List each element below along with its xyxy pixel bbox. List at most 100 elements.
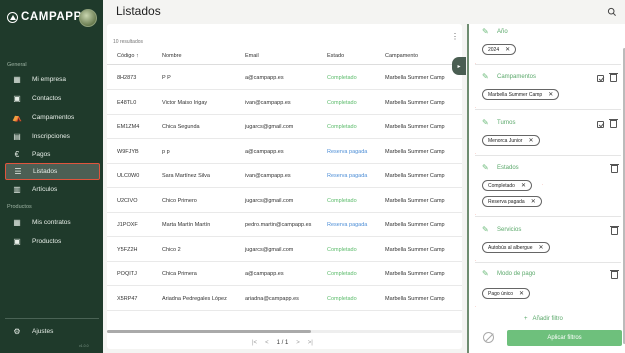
trash-icon[interactable] (609, 73, 618, 82)
cell-campamento: Marbella Summer Camp (385, 173, 445, 179)
avatar[interactable] (79, 9, 97, 27)
more-options-icon[interactable]: ⋮ (451, 33, 459, 41)
scrollbar-thumb[interactable] (107, 330, 311, 333)
filter-chip[interactable]: 2024 ✕ (482, 44, 517, 55)
sidebar-item-ajustes[interactable]: ⚙ Ajustes (5, 323, 100, 340)
filter-chip[interactable]: Autobús al albergue ✕ (482, 242, 550, 253)
close-icon[interactable]: ✕ (548, 91, 553, 98)
cell-nombre: P P (162, 75, 171, 81)
sidebar-item-label: Mis contratos (32, 219, 71, 226)
column-header-nombre[interactable]: Nombre (162, 53, 182, 59)
contacts-icon: ▣ (13, 93, 21, 103)
cell-estado: Completado (327, 75, 357, 81)
cell-email: jugarcs@gmail.com (245, 246, 294, 253)
sidebar-item-mis-contratos[interactable]: ▦ Mis contratos (5, 214, 100, 231)
nav-section-general: General (7, 62, 27, 68)
table-row[interactable]: W9FJYB p p a@campapp.es Reserva pagada Marbe… (107, 139, 462, 164)
sidebar-item-inscripciones[interactable]: ▤ Inscripciones (5, 128, 100, 145)
table-row[interactable]: U2CIVO Chico Primero jugarcs@gmail.com Comp… (107, 188, 462, 213)
cell-campamento: Marbella Summer Camp (385, 148, 445, 155)
sidebar-item-campamentos[interactable]: ⛺ Campamentos (5, 109, 100, 126)
column-header-campamento[interactable]: Campamento (385, 53, 418, 59)
collapse-filter-panel-button[interactable]: ▸ (452, 57, 466, 75)
filter-header-modo-de-pago[interactable]: ✎ Modo de pago (482, 270, 535, 278)
close-icon[interactable]: ✕ (531, 198, 536, 205)
sidebar-item-label: Pagos (32, 151, 51, 158)
table-row[interactable]: ULC0W0 Sara Martínez Silva ivan@campapp.es… (107, 163, 462, 188)
sidebar-item-pagos[interactable]: € Pagos (5, 146, 100, 163)
close-icon[interactable]: ✕ (528, 137, 533, 144)
cell-email: pedro.martin@campapp.es (245, 222, 312, 228)
filter-chip[interactable]: Reserva pagada ✕ (482, 196, 542, 207)
close-icon[interactable]: ✕ (521, 182, 526, 189)
cell-estado: Completado (327, 99, 357, 106)
cell-nombre: Chica Primera (162, 271, 197, 277)
filter-label: Año (497, 29, 508, 35)
page-indicator: 1 / 1 (276, 340, 289, 346)
close-icon[interactable]: ✕ (538, 244, 543, 251)
filter-chip[interactable]: Marbella Summer Camp ✕ (482, 89, 560, 100)
search-icon[interactable] (607, 7, 617, 17)
table-row[interactable]: POQITJ Chica Primera a@campapp.es Completad… (107, 261, 462, 286)
checkbox-icon[interactable] (597, 120, 604, 128)
cell-campamento: Marbella Summer Camp (385, 124, 445, 130)
filter-chip[interactable]: Completado ✕ (482, 180, 532, 191)
cell-email: jugarcs@gmail.com (245, 124, 294, 130)
pencil-icon: ✎ (482, 269, 489, 278)
sidebar-divider (5, 318, 99, 319)
cell-nombre: Chico Primero (162, 197, 197, 204)
table-row[interactable]: Y5FZ2H Chico 2 jugarcs@gmail.com Completado… (107, 237, 462, 262)
cell-campamento: Marbella Summer Camp (385, 222, 445, 228)
filter-chip[interactable]: Menorca Junior ✕ (482, 135, 540, 146)
horizontal-scrollbar[interactable] (107, 330, 462, 333)
cell-codigo: X5RP47 (117, 295, 138, 302)
column-header-codigo[interactable]: Código ↑ (117, 53, 139, 59)
table-row[interactable]: J1POXF Marta Martín Martín pedro.martin@ca… (107, 212, 462, 237)
articles-icon: ▥ (13, 184, 21, 194)
filter-header-turnos[interactable]: ✎ Turnos (482, 119, 515, 127)
trash-icon[interactable] (610, 270, 619, 279)
sidebar-item-contactos[interactable]: ▣ Contactos (5, 90, 100, 107)
filter-chip[interactable]: Pago único ✕ (482, 288, 531, 299)
trash-icon[interactable] (610, 226, 619, 235)
trash-icon[interactable] (610, 164, 619, 173)
logo-icon (7, 11, 18, 23)
filter-label: Campamentos (497, 74, 537, 80)
cell-codigo: 8H2873 (117, 75, 137, 81)
first-page-icon[interactable]: |< (252, 340, 257, 346)
sidebar-item-productos[interactable]: ▣ Productos (5, 233, 100, 250)
last-page-icon[interactable]: >| (308, 340, 313, 346)
filter-label: Servicios (497, 227, 522, 233)
app-logo[interactable]: CAMPAPP (7, 11, 82, 23)
sidebar-item-mi-empresa[interactable]: ▦ Mi empresa (5, 71, 100, 88)
filter-header-estados[interactable]: ✎ Estados (482, 164, 519, 172)
cell-campamento: Marbella Summer Camp (385, 75, 445, 81)
product-icon: ▣ (13, 236, 21, 246)
table-row[interactable]: 8H2873 P P a@campapp.es Completado Marbella … (107, 65, 462, 90)
sidebar-item-listados[interactable]: ☰ Listados (5, 163, 100, 180)
column-header-estado[interactable]: Estado (327, 53, 344, 59)
clear-filters-icon[interactable] (483, 332, 494, 343)
table-row[interactable]: E48TL0 Victor Maiso Irigay ivan@campapp.es… (107, 90, 462, 115)
prev-page-icon[interactable]: < (265, 340, 269, 346)
close-icon[interactable]: ✕ (505, 46, 510, 53)
trash-icon[interactable] (609, 119, 618, 128)
add-filter-button[interactable]: + Añadir filtro (524, 316, 563, 322)
cell-estado: Reserva pagada (327, 222, 368, 228)
filter-header-campamentos[interactable]: ✎ Campamentos (482, 73, 536, 81)
app-version: v1.0.0 (79, 344, 89, 348)
cell-codigo: E48TL0 (117, 99, 137, 106)
filter-header-servicios[interactable]: ✎ Servicios (482, 226, 521, 234)
table-row[interactable]: X5RP47 Ariadna Pedregales López ariadna@ca… (107, 286, 462, 311)
apply-filters-button[interactable]: Aplicar filtros (507, 330, 622, 346)
sidebar-item-label: Listados (33, 168, 58, 175)
next-page-icon[interactable]: > (296, 340, 300, 346)
sidebar-item-label: Artículos (32, 186, 58, 193)
close-icon[interactable]: ✕ (519, 290, 524, 297)
cell-codigo: POQITJ (117, 271, 137, 277)
column-header-email[interactable]: Email (245, 53, 259, 59)
filter-header-ano[interactable]: ✎ Año (482, 28, 508, 36)
sidebar-item-articulos[interactable]: ▥ Artículos (5, 181, 100, 198)
checkbox-icon[interactable] (597, 74, 604, 82)
table-row[interactable]: EM1ZM4 Chica Segunda jugarcs@gmail.com Comp… (107, 114, 462, 139)
